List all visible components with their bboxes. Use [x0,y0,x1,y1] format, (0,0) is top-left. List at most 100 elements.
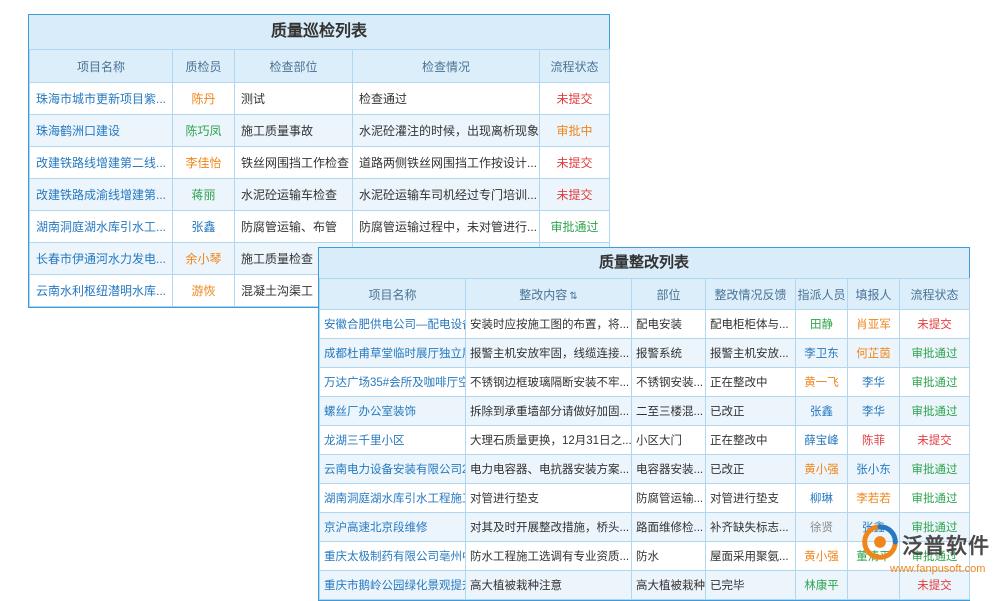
rectification-feedback-cell: 正在整改中 [706,426,796,455]
rectification-table-row[interactable]: 成都杜甫草堂临时展厅独立展... 报警主机安放牢固，线缆连接... 报警系统 报… [320,339,970,368]
status-badge: 未提交 [900,426,970,455]
inspection-table-row[interactable]: 湖南洞庭湖水库引水工... 张鑫 防腐管运输、布管 防腐管运输过程中，未对管进行… [30,211,610,243]
project-name-link[interactable]: 龙湖三千里小区 [320,426,466,455]
inspection-col-part: 检查部位 [235,50,353,83]
rectification-feedback-cell: 正在整改中 [706,368,796,397]
project-name-link[interactable]: 云南水利枢纽潜明水库... [30,275,173,307]
rectification-col-content[interactable]: 整改内容⇅ [466,279,632,310]
inspection-detail-cell: 水泥砼灌注的时候，出现离析现象 [353,115,540,147]
project-name-link[interactable]: 螺丝厂办公室装饰 [320,397,466,426]
logo-company-name: 泛普软件 [902,530,990,560]
project-name-link[interactable]: 重庆市鹅岭公园绿化景观提升... [320,571,466,600]
rectification-part-cell: 小区大门 [632,426,706,455]
status-badge: 未提交 [540,147,610,179]
rectification-part-cell: 配电安装 [632,310,706,339]
rectification-part-cell: 防腐管运输... [632,484,706,513]
inspection-detail-cell: 检查通过 [353,83,540,115]
rectification-col-reporter: 填报人 [848,279,900,310]
rectification-content-cell: 对其及时开展整改措施，桥头... [466,513,632,542]
inspection-col-status: 流程状态 [540,50,610,83]
project-name-link[interactable]: 珠海鹤洲口建设 [30,115,173,147]
project-name-link[interactable]: 珠海市城市更新项目紫... [30,83,173,115]
assignee-name: 张鑫 [796,397,848,426]
rectification-header-row: 项目名称 整改内容⇅ 部位 整改情况反馈 指派人员 填报人 流程状态 [320,279,970,310]
reporter-name: 肖亚军 [848,310,900,339]
inspection-table-row[interactable]: 改建铁路线增建第二线... 李佳怡 铁丝网围挡工作检查 道路两侧铁丝网围挡工作按… [30,147,610,179]
inspection-header-row: 项目名称 质检员 检查部位 检查情况 流程状态 [30,50,610,83]
fanpu-logo: 泛普软件 www.fanpusoft.com [862,524,990,575]
rectification-content-cell: 不锈钢边框玻璃隔断安装不牢... [466,368,632,397]
project-name-link[interactable]: 长春市伊通河水力发电... [30,243,173,275]
status-badge: 审批通过 [900,397,970,426]
logo-website-url[interactable]: www.fanpusoft.com [890,563,990,575]
rectification-table-row[interactable]: 安徽合肥供电公司—配电设备... 安装时应按施工图的布置，将... 配电安装 配… [320,310,970,339]
fanpu-logo-icon [862,524,898,565]
rectification-content-cell: 高大植被栽种注意 [466,571,632,600]
rectification-feedback-cell: 已改正 [706,455,796,484]
rectification-content-cell: 对管进行垫支 [466,484,632,513]
inspection-table-row[interactable]: 改建铁路成渝线增建第... 蒋丽 水泥砼运输车检查 水泥砼运输车司机经过专门培训… [30,179,610,211]
rectification-part-cell: 二至三楼混... [632,397,706,426]
rectification-table-row[interactable]: 湖南洞庭湖水库引水工程施工... 对管进行垫支 防腐管运输... 对管进行垫支 … [320,484,970,513]
rectification-feedback-cell: 已完毕 [706,571,796,600]
project-name-link[interactable]: 重庆太极制药有限公司亳州中... [320,542,466,571]
assignee-name: 黄小强 [796,542,848,571]
rectification-col-project: 项目名称 [320,279,466,310]
project-name-link[interactable]: 改建铁路线增建第二线... [30,147,173,179]
inspection-table-row[interactable]: 珠海鹤洲口建设 陈巧凤 施工质量事故 水泥砼灌注的时候，出现离析现象 审批中 [30,115,610,147]
status-badge: 审批中 [540,115,610,147]
rectification-feedback-cell: 补齐缺失标志... [706,513,796,542]
inspection-part-cell: 防腐管运输、布管 [235,211,353,243]
rectification-col-part: 部位 [632,279,706,310]
rectification-feedback-cell: 配电柜柜体与... [706,310,796,339]
inspector-name: 李佳怡 [173,147,235,179]
rectification-feedback-cell: 对管进行垫支 [706,484,796,513]
inspection-part-cell: 施工质量事故 [235,115,353,147]
inspection-col-inspector: 质检员 [173,50,235,83]
reporter-name: 李华 [848,397,900,426]
rectification-table-row[interactable]: 螺丝厂办公室装饰 拆除到承重墙部分请做好加固... 二至三楼混... 已改正 张… [320,397,970,426]
rectification-feedback-cell: 屋面采用聚氨... [706,542,796,571]
assignee-name: 徐贤 [796,513,848,542]
project-name-link[interactable]: 安徽合肥供电公司—配电设备... [320,310,466,339]
project-name-link[interactable]: 万达广场35#会所及咖啡厅空... [320,368,466,397]
project-name-link[interactable]: 湖南洞庭湖水库引水工程施工... [320,484,466,513]
rectification-feedback-cell: 已改正 [706,397,796,426]
reporter-name: 何芷茵 [848,339,900,368]
inspection-part-cell: 测试 [235,83,353,115]
rectification-table-row[interactable]: 万达广场35#会所及咖啡厅空... 不锈钢边框玻璃隔断安装不牢... 不锈钢安装… [320,368,970,397]
reporter-name: 李若若 [848,484,900,513]
inspection-part-cell: 水泥砼运输车检查 [235,179,353,211]
rectification-part-cell: 高大植被栽种 [632,571,706,600]
status-badge: 未提交 [900,310,970,339]
inspector-name: 蒋丽 [173,179,235,211]
project-name-link[interactable]: 湖南洞庭湖水库引水工... [30,211,173,243]
inspector-name: 陈丹 [173,83,235,115]
project-name-link[interactable]: 云南电力设备安装有限公司20... [320,455,466,484]
project-name-link[interactable]: 京沪高速北京段维修 [320,513,466,542]
inspection-table-row[interactable]: 珠海市城市更新项目紫... 陈丹 测试 检查通过 未提交 [30,83,610,115]
status-badge: 审批通过 [540,211,610,243]
rectification-col-assignee: 指派人员 [796,279,848,310]
assignee-name: 薛宝峰 [796,426,848,455]
assignee-name: 林康平 [796,571,848,600]
rectification-content-cell: 大理石质量更换，12月31日之... [466,426,632,455]
project-name-link[interactable]: 成都杜甫草堂临时展厅独立展... [320,339,466,368]
rectification-content-cell: 拆除到承重墙部分请做好加固... [466,397,632,426]
assignee-name: 李卫东 [796,339,848,368]
status-badge: 审批通过 [900,339,970,368]
quality-rectification-title: 质量整改列表 [319,248,969,278]
rectification-part-cell: 报警系统 [632,339,706,368]
rectification-table-row[interactable]: 龙湖三千里小区 大理石质量更换，12月31日之... 小区大门 正在整改中 薛宝… [320,426,970,455]
rectification-content-cell: 电力电容器、电抗器安装方案... [466,455,632,484]
project-name-link[interactable]: 改建铁路成渝线增建第... [30,179,173,211]
rectification-col-feedback: 整改情况反馈 [706,279,796,310]
sort-icon[interactable]: ⇅ [569,291,577,302]
status-badge: 未提交 [540,83,610,115]
assignee-name: 田静 [796,310,848,339]
rectification-feedback-cell: 报警主机安放... [706,339,796,368]
inspector-name: 陈巧凤 [173,115,235,147]
rectification-table-row[interactable]: 云南电力设备安装有限公司20... 电力电容器、电抗器安装方案... 电容器安装… [320,455,970,484]
status-badge: 审批通过 [900,455,970,484]
rectification-part-cell: 路面维修检... [632,513,706,542]
